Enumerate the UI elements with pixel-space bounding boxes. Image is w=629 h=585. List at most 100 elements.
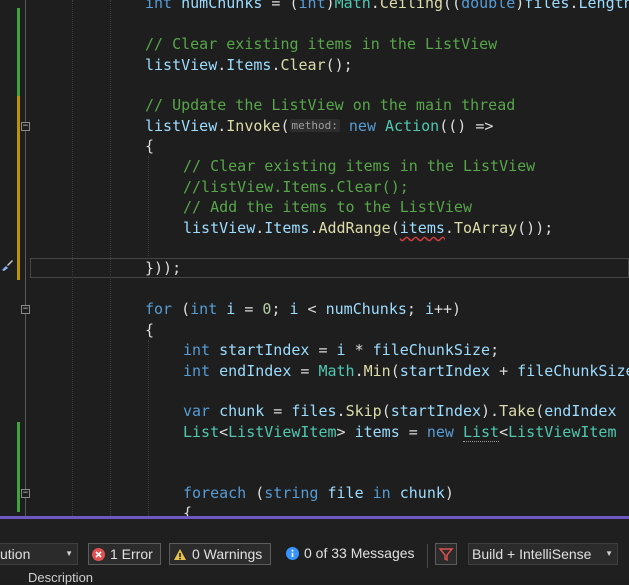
build-source-dropdown[interactable]: Build + IntelliSense ▼: [468, 543, 618, 565]
code-token: ;: [490, 341, 499, 359]
code-token: ++): [434, 300, 461, 318]
code-token: (: [535, 402, 544, 420]
code-token: *: [346, 341, 373, 359]
filter-toggle-button[interactable]: [435, 543, 457, 565]
fold-icon[interactable]: −: [21, 489, 30, 498]
error-list-toolbar: ution ▼ 1 Error 0 Warnings 0 of 33 Messa…: [0, 519, 629, 580]
code-token: = (: [262, 0, 298, 12]
code-line[interactable]: int endIndex = Math.Min(startIndex + fil…: [183, 361, 629, 381]
code-token: files: [524, 0, 569, 12]
code-token: ): [326, 0, 335, 12]
code-token: Min: [364, 362, 391, 380]
code-line[interactable]: listView.Invoke(method: new Action(() =>: [145, 116, 493, 136]
code-line[interactable]: // Update the ListView on the main threa…: [145, 95, 515, 115]
error-squiggle-token: items: [400, 219, 445, 237]
code-token: i: [226, 300, 235, 318]
code-token: listView: [145, 56, 217, 74]
code-line[interactable]: listView.Items.AddRange(items.ToArray())…: [183, 218, 553, 238]
code-token: (: [391, 362, 400, 380]
code-token: Skip: [346, 402, 382, 420]
code-token: [210, 362, 219, 380]
code-line[interactable]: int startIndex = i * fileChunkSize;: [183, 340, 499, 360]
fold-rail: [25, 0, 26, 516]
build-source-label: Build + IntelliSense: [472, 546, 591, 562]
info-icon: [286, 547, 299, 560]
fold-icon[interactable]: −: [21, 305, 30, 314]
code-line[interactable]: for (int i = 0; i < numChunks; i++): [145, 299, 461, 319]
code-token: [172, 0, 181, 12]
code-token: [364, 484, 373, 502]
code-line[interactable]: int numChunks = (int)Math.Ceiling((doubl…: [145, 0, 629, 13]
code-token: =: [291, 362, 318, 380]
change-marker: [17, 8, 20, 96]
chevron-down-icon: ▼: [605, 544, 613, 564]
code-token: }));: [145, 259, 181, 277]
code-token: // Update the ListView on the main threa…: [145, 96, 515, 114]
brush-icon[interactable]: [0, 258, 14, 272]
code-token: [210, 341, 219, 359]
code-token: =: [309, 341, 336, 359]
code-editor[interactable]: − − − int numChunks = (int)Math.Ceiling(…: [0, 0, 629, 516]
code-line[interactable]: listView.Items.Clear();: [145, 55, 353, 75]
code-line[interactable]: {: [183, 503, 192, 516]
code-token: (: [280, 117, 289, 135]
code-token: string: [264, 484, 318, 502]
indent-guide: [72, 0, 74, 516]
code-line[interactable]: }));: [145, 258, 181, 278]
code-line[interactable]: // Clear existing items in the ListView: [183, 156, 535, 176]
code-token: [391, 484, 400, 502]
code-token: Items: [226, 56, 271, 74]
code-token: (: [172, 300, 190, 318]
code-token: fileChunkSize: [517, 362, 629, 380]
code-token: .: [371, 0, 380, 12]
code-line[interactable]: //listView.Items.Clear();: [183, 177, 409, 197]
messages-label: 0 of 33 Messages: [304, 545, 415, 561]
code-token: // Add the items to the ListView: [183, 198, 472, 216]
code-token: =: [264, 402, 291, 420]
code-token: files: [291, 402, 336, 420]
messages-filter-button[interactable]: 0 of 33 Messages: [284, 543, 424, 565]
code-token: <: [499, 423, 508, 441]
code-token: numChunks: [326, 300, 407, 318]
code-token: new: [349, 117, 376, 135]
code-token: [318, 484, 327, 502]
toolbar-separator: [427, 544, 428, 568]
errors-filter-button[interactable]: 1 Error: [88, 543, 161, 565]
code-line[interactable]: foreach (string file in chunk): [183, 483, 454, 503]
code-token: [210, 402, 219, 420]
code-token: .: [217, 117, 226, 135]
code-token: endIndex: [544, 402, 616, 420]
code-token: ToArray: [454, 219, 517, 237]
code-token: [217, 300, 226, 318]
code-token: endIndex: [219, 362, 291, 380]
code-line[interactable]: var chunk = files.Skip(startIndex).Take(…: [183, 401, 617, 421]
code-token: startIndex: [391, 402, 481, 420]
description-column-header[interactable]: Description: [28, 570, 93, 585]
errors-label: 1 Error: [110, 546, 153, 562]
code-token: listView: [183, 219, 255, 237]
code-token: numChunks: [181, 0, 262, 12]
code-token: >: [337, 423, 355, 441]
code-line[interactable]: List<ListViewItem> items = new List<List…: [183, 422, 617, 442]
code-token: startIndex: [400, 362, 490, 380]
code-token: ListViewItem: [508, 423, 616, 441]
code-token: {: [145, 137, 154, 155]
code-token: ();: [326, 56, 353, 74]
change-marker: [17, 422, 20, 512]
code-line[interactable]: {: [145, 136, 154, 156]
scope-dropdown[interactable]: ution ▼: [0, 543, 78, 565]
code-line[interactable]: // Clear existing items in the ListView: [145, 34, 497, 54]
code-token: Action: [385, 117, 439, 135]
code-token: // Clear existing items in the ListView: [183, 157, 535, 175]
code-token: new: [427, 423, 454, 441]
code-line[interactable]: // Add the items to the ListView: [183, 197, 472, 217]
suggestion-token: List: [463, 423, 499, 442]
code-token: int: [299, 0, 326, 12]
warnings-filter-button[interactable]: 0 Warnings: [169, 543, 271, 565]
code-line[interactable]: {: [145, 320, 154, 340]
fold-icon[interactable]: −: [21, 122, 30, 131]
code-token: chunk: [400, 484, 445, 502]
code-token: //listView.Items.Clear();: [183, 178, 409, 196]
code-token: {: [183, 504, 192, 516]
code-token: in: [373, 484, 391, 502]
